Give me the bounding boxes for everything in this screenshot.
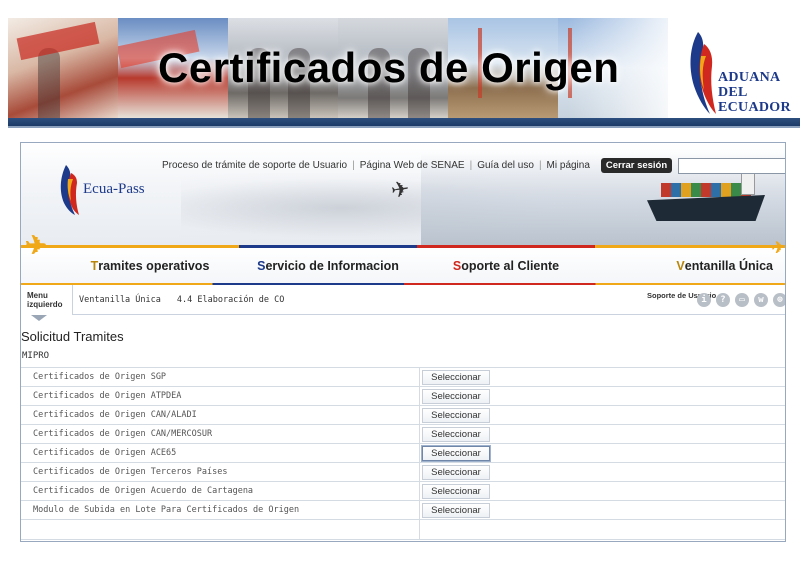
- window-icon[interactable]: w: [754, 293, 768, 307]
- nav-ventanilla-unica[interactable]: Ventanilla Única ✈: [595, 240, 785, 283]
- app-header: ✈ Ecua-Pass Proceso de trámite de soport…: [21, 143, 785, 245]
- tramite-name: Certificados de Origen Acuerdo de Cartag…: [21, 482, 420, 500]
- table-row: Certificados de Origen CAN/ALADI Selecci…: [21, 406, 785, 425]
- table-row: Certificados de Origen SGP Seleccionar: [21, 368, 785, 387]
- ecuapass-window: ✈ Ecua-Pass Proceso de trámite de soport…: [20, 142, 786, 542]
- tramite-name: Certificados de Origen Terceros Países: [21, 463, 420, 481]
- main-nav: ✈ Tramites operativos Servicio de Inform…: [21, 230, 785, 283]
- aduana-logo-text: ADUANA DEL ECUADOR: [718, 70, 791, 115]
- table-row: Certificados de Origen Acuerdo de Cartag…: [21, 482, 785, 501]
- table-row: Certificados de Origen Terceros Países S…: [21, 463, 785, 482]
- banner-divider: [8, 118, 800, 128]
- nav-servicio-informacion[interactable]: Servicio de Informacion: [239, 245, 417, 283]
- tramite-name: Certificados de Origen ACE65: [21, 444, 420, 462]
- nav-soporte-cliente[interactable]: Soporte al Cliente: [417, 245, 595, 283]
- table-row: Certificados de Origen ATPDEA Selecciona…: [21, 387, 785, 406]
- link-guia-uso[interactable]: Guía del uso: [472, 160, 539, 171]
- ecuapass-flame-icon: [60, 165, 79, 215]
- ship-illustration: [661, 183, 751, 197]
- tramite-name: Certificados de Origen ATPDEA: [21, 387, 420, 405]
- link-mi-pagina[interactable]: Mi página: [542, 160, 595, 171]
- tramite-name: Certificados de Origen SGP: [21, 368, 420, 386]
- banner-photo: [8, 18, 118, 118]
- seleccionar-button[interactable]: Seleccionar: [422, 370, 490, 385]
- seleccionar-button[interactable]: Seleccionar: [422, 408, 490, 423]
- breadcrumb: Menu izquierdo Ventanilla Única 4.4 Elab…: [21, 284, 785, 321]
- seleccionar-button[interactable]: Seleccionar: [422, 465, 490, 480]
- logout-button[interactable]: Cerrar sesión: [600, 158, 673, 173]
- nav-tramites-operativos[interactable]: ✈ Tramites operativos: [21, 230, 239, 283]
- tramite-name: Certificados de Origen CAN/ALADI: [21, 406, 420, 424]
- breadcrumb-item[interactable]: Ventanilla Única: [73, 295, 171, 305]
- ecuapass-logo-text: Ecua-Pass: [83, 181, 145, 197]
- print-icon[interactable]: ▭: [735, 293, 749, 307]
- tramites-table: Certificados de Origen SGP Seleccionar C…: [21, 367, 785, 540]
- section-title: Solicitud Tramites: [21, 329, 124, 344]
- table-row: Certificados de Origen ACE65 Seleccionar: [21, 444, 785, 463]
- seleccionar-button[interactable]: Seleccionar: [422, 446, 490, 461]
- aduana-flame-icon: [690, 32, 716, 114]
- table-row: Modulo de Subida en Lote Para Certificad…: [21, 501, 785, 520]
- info-icon[interactable]: i: [697, 293, 711, 307]
- slide-title: Certificados de Origen: [158, 44, 620, 91]
- menu-izquierdo-toggle[interactable]: Menu izquierdo: [21, 284, 73, 321]
- seleccionar-button[interactable]: Seleccionar: [422, 503, 490, 518]
- top-links: Proceso de trámite de soporte de Usuario…: [157, 158, 673, 173]
- airplane-icon: ✈: [389, 175, 412, 204]
- tramite-name: Modulo de Subida en Lote Para Certificad…: [21, 501, 420, 519]
- globe-icon[interactable]: ⊕: [773, 293, 785, 307]
- search-input[interactable]: [678, 158, 785, 174]
- seleccionar-button[interactable]: Seleccionar: [422, 484, 490, 499]
- breadcrumb-item: 4.4 Elaboración de CO: [176, 294, 285, 305]
- aduana-logo: ADUANA DEL ECUADOR: [684, 26, 800, 118]
- support-toolbar: i ? ▭ w ⊕: [697, 293, 785, 307]
- tramite-name: Certificados de Origen CAN/MERCOSUR: [21, 425, 420, 443]
- help-icon[interactable]: ?: [716, 293, 730, 307]
- link-pagina-senae[interactable]: Página Web de SENAE: [355, 160, 470, 171]
- slide-banner: Certificados de Origen ADUANA DEL ECUADO…: [8, 18, 800, 118]
- airplane-icon: ✈: [771, 240, 785, 257]
- seleccionar-button[interactable]: Seleccionar: [422, 427, 490, 442]
- link-soporte-usuario[interactable]: Proceso de trámite de soporte de Usuario: [157, 160, 352, 171]
- group-label: MIPRO: [22, 351, 50, 361]
- seleccionar-button[interactable]: Seleccionar: [422, 389, 490, 404]
- airplane-icon: ✈: [25, 230, 47, 260]
- table-row: Certificados de Origen CAN/MERCOSUR Sele…: [21, 425, 785, 444]
- table-row-empty: [21, 520, 785, 540]
